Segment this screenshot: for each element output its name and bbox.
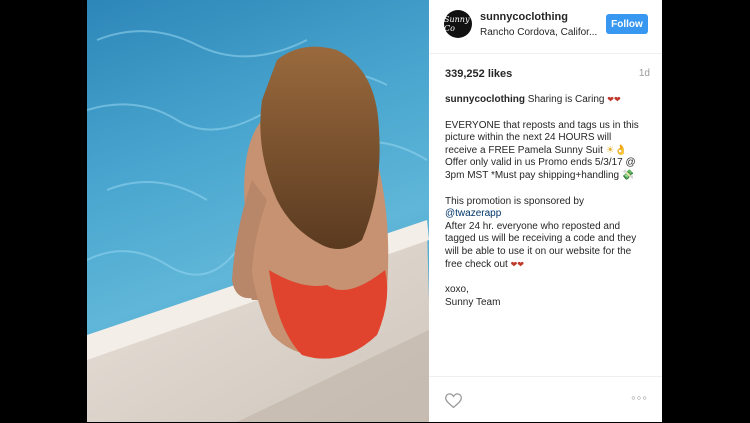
caption-line: Sharing is Caring (527, 94, 605, 105)
post-actions: ◦◦◦ (429, 376, 662, 423)
hearts-emoji: ❤❤ (510, 259, 524, 269)
ellipsis-icon[interactable]: ◦◦◦ (631, 390, 648, 405)
caption-line: This promotion is sponsored by (445, 195, 584, 207)
caption: sunnycoclothing Sharing is Caring ❤❤ EVE… (445, 94, 655, 309)
caption-line: After 24 hr. everyone who reposted and (445, 220, 621, 232)
username-link[interactable]: sunnycoclothing (480, 11, 568, 23)
hearts-emoji: ❤❤ (607, 95, 621, 104)
pool-scene-illustration (87, 30, 429, 422)
caption-line: tagged us will be receiving a code and t… (445, 233, 637, 245)
post-photo[interactable] (87, 0, 429, 422)
caption-line: 3pm MST *Must pay shipping+handling (445, 169, 620, 181)
caption-line: picture within the next 24 HOURS will (445, 132, 612, 144)
heart-outline-icon[interactable] (445, 393, 462, 409)
post-time: 1d (638, 68, 650, 79)
likes-count[interactable]: 339,252 likes (445, 68, 512, 80)
caption-line: Sunny Team (445, 296, 501, 308)
follow-button[interactable]: Follow (606, 14, 648, 34)
caption-line: will be able to use it on our website fo… (445, 245, 632, 257)
caption-line: xoxo, (445, 284, 469, 296)
caption-line: EVERYONE that reposts and tags us in thi… (445, 119, 639, 131)
caption-line: free check out (445, 258, 508, 270)
mention-link[interactable]: @twazerapp (445, 208, 655, 221)
avatar[interactable]: Sunny Co (444, 10, 472, 38)
post-header: Sunny Co sunnycoclothing Rancho Cordova,… (429, 0, 662, 54)
caption-line: Offer only valid in us Promo ends 5/3/17… (445, 157, 636, 169)
location-link[interactable]: Rancho Cordova, Califor... (480, 27, 597, 38)
caption-author[interactable]: sunnycoclothing (445, 94, 525, 105)
post-details-panel: Sunny Co sunnycoclothing Rancho Cordova,… (429, 0, 662, 422)
sun-hand-emoji: ☀👌 (605, 144, 628, 156)
money-emoji: 💸 (621, 169, 635, 181)
caption-line: receive a FREE Pamela Sunny Suit (445, 144, 603, 156)
